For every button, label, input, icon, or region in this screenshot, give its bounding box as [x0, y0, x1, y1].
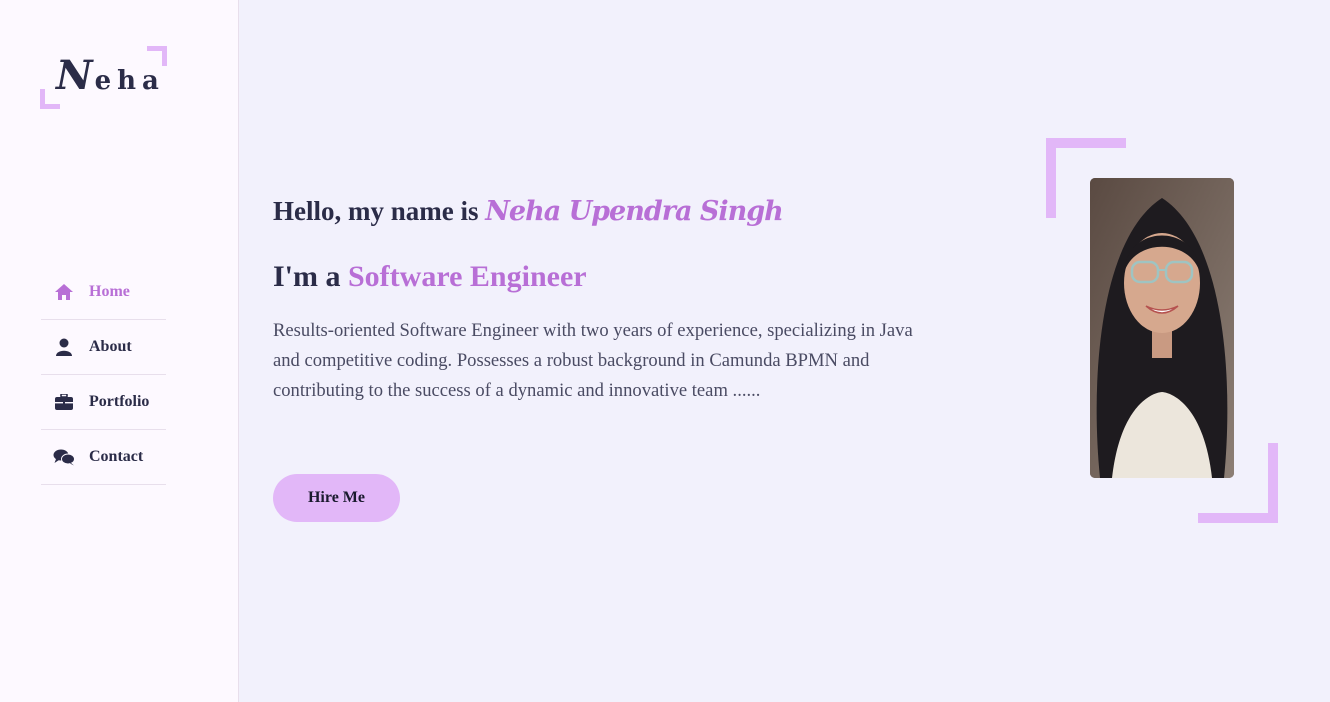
nav-item-label: Portfolio [89, 393, 150, 410]
nav-item-contact[interactable]: Contact [41, 430, 166, 485]
logo[interactable]: Neha [40, 46, 167, 109]
hero-name: Neha Upendra Singh [485, 196, 784, 227]
briefcase-icon [53, 392, 75, 412]
hero-description: Results-oriented Software Engineer with … [273, 320, 913, 401]
greeting-heading: Hello, my name is Neha Upendra Singh [273, 196, 784, 227]
role-heading: I'm a Software Engineer [273, 260, 587, 294]
nav-item-home[interactable]: Home [41, 265, 166, 320]
greeting-text: Hello, my name is [273, 196, 479, 226]
profile-photo-container [1046, 138, 1278, 523]
logo-text: Neha [56, 52, 165, 99]
sidebar-nav: Home About Portfolio Contact [41, 265, 166, 485]
role-title: Software Engineer [348, 260, 587, 293]
home-icon [53, 282, 75, 302]
user-icon [53, 337, 75, 357]
sidebar: Neha Home About Portfolio Contact [0, 0, 239, 702]
hire-me-button[interactable]: Hire Me [273, 474, 400, 522]
role-prefix: I'm a [273, 260, 341, 293]
nav-item-label: About [89, 338, 132, 355]
nav-item-label: Home [89, 283, 130, 300]
nav-item-label: Contact [89, 448, 144, 465]
nav-item-about[interactable]: About [41, 320, 166, 375]
chat-icon [53, 447, 75, 467]
profile-photo [1090, 178, 1234, 478]
nav-item-portfolio[interactable]: Portfolio [41, 375, 166, 430]
